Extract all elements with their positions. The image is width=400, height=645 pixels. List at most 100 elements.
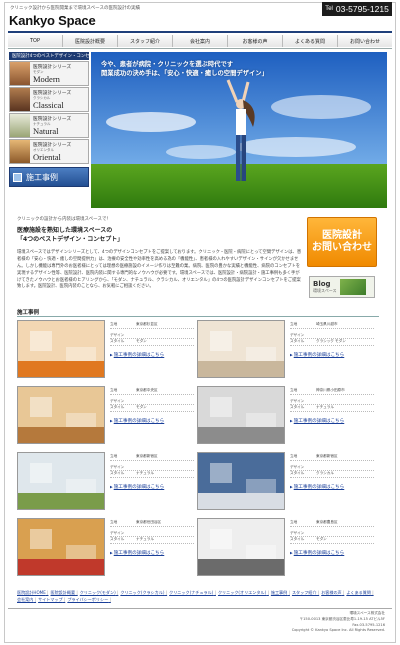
case-design-label: デザイン	[110, 464, 125, 469]
case-study-card: 立地 東京都杉並区デザインスタイル モダン施工事例の詳細はこちら	[17, 320, 195, 380]
case-design-label: デザイン	[290, 332, 305, 337]
nav-company[interactable]: 会社案内	[173, 35, 228, 47]
footer-link[interactable]: 医院設計概要	[50, 590, 77, 595]
case-location-label: 立地	[110, 454, 118, 459]
series-natural[interactable]: 医院設計シリーズ ナチュラル Natural	[9, 113, 89, 138]
case-photo[interactable]	[17, 386, 105, 444]
footer-info: 環境スペース株式会社 〒150-0013 東京都渋谷区恵比寿1-19-15 AT…	[250, 611, 385, 634]
series-thumbnail	[10, 114, 30, 137]
case-style-label: スタイル	[290, 537, 305, 542]
case-design-label: デザイン	[110, 530, 125, 535]
hero-banner: 今や、患者が病院・クリニックを選ぶ時代です 開業成功の決め手は、「安心・快適・癒…	[91, 52, 387, 208]
case-location: 東京都新宿区	[316, 454, 338, 459]
case-detail-link[interactable]: 施工事例の詳細はこちら	[290, 484, 374, 490]
case-design-label: デザイン	[290, 398, 305, 403]
series-thumbnail	[10, 140, 30, 163]
case-detail-link[interactable]: 施工事例の詳細はこちら	[110, 352, 194, 358]
case-studies-button[interactable]: 施工事例	[9, 167, 89, 187]
nav-faq[interactable]: よくある質問	[283, 35, 338, 47]
series-name: Classical	[33, 100, 64, 111]
case-info: 立地 東京都新宿区デザインスタイル クラシカル施工事例の詳細はこちら	[290, 454, 374, 490]
footer-link[interactable]: 医院設計HOME	[17, 590, 48, 595]
case-style: ナチュラル	[136, 471, 154, 476]
case-photo[interactable]	[197, 452, 285, 510]
footer-link[interactable]: 会社案内	[17, 597, 36, 602]
hero-line-1: 今や、患者が病院・クリニックを選ぶ時代です	[101, 61, 234, 68]
case-info: 立地 東京都世田谷区デザインスタイル ナチュラル施工事例の詳細はこちら	[110, 520, 194, 556]
case-location-label: 立地	[110, 520, 118, 525]
case-info: 立地 東京都豊島区デザインスタイル モダン施工事例の詳細はこちら	[290, 520, 374, 556]
case-location-label: 立地	[290, 388, 298, 393]
case-photo[interactable]	[197, 518, 285, 576]
series-classical[interactable]: 医院設計シリーズ クラシカル Classical	[9, 87, 89, 112]
contact-banner-line-2: お問い合わせ	[312, 242, 372, 253]
case-location: 埼玉県川越市	[316, 322, 338, 327]
case-detail-link[interactable]: 施工事例の詳細はこちら	[290, 550, 374, 556]
case-study-card: 立地 東京都豊島区デザインスタイル モダン施工事例の詳細はこちら	[197, 518, 375, 578]
blog-subtitle: 環境スペース	[313, 288, 337, 293]
footer-link[interactable]: よくある質問	[346, 590, 373, 595]
case-photo[interactable]	[197, 386, 285, 444]
case-study-card: 立地 東京都新宿区デザインスタイル クラシカル施工事例の詳細はこちら	[197, 452, 375, 512]
case-design-label: デザイン	[290, 464, 305, 469]
case-photo[interactable]	[17, 452, 105, 510]
intro-breadcrumb: クリニックの設計から内装は環境スペースで！	[17, 217, 111, 222]
series-name: Modern	[33, 74, 60, 85]
footer-link[interactable]: スタッフ紹介	[292, 590, 319, 595]
contact-banner-button[interactable]: 医院設計 お問い合わせ	[307, 217, 377, 267]
case-style-label: スタイル	[110, 471, 125, 476]
case-detail-link[interactable]: 施工事例の詳細はこちら	[110, 418, 194, 424]
nav-divider	[8, 48, 392, 49]
case-study-card: 立地 東京都新宿区デザインスタイル ナチュラル施工事例の詳細はこちら	[17, 452, 195, 512]
case-style: クラシック モダン	[316, 339, 346, 344]
footer-link[interactable]: お客様の声	[321, 590, 344, 595]
case-location: 東京都豊島区	[316, 520, 338, 525]
case-info: 立地 神奈川県小田原市デザインスタイル ナチュラル施工事例の詳細はこちら	[290, 388, 374, 424]
site-logo[interactable]: Kankyo Space	[9, 13, 96, 28]
blog-thumbnail	[339, 279, 366, 295]
main-nav: TOP 医院設計概要 スタッフ紹介 会社案内 お客様の声 よくある質問 お問い合…	[8, 35, 392, 47]
intro-heading-line-1: 医療施設を熟知した環境スペースの	[17, 227, 113, 234]
case-style-label: スタイル	[290, 471, 305, 476]
case-location: 神奈川県小田原市	[316, 388, 345, 393]
intro-heading-line-2: 「4つのベストデザイン・コンセプト」	[17, 235, 124, 243]
nav-voices[interactable]: お客様の声	[228, 35, 283, 47]
phone-value: 03-5795-1215	[335, 4, 389, 14]
case-style: ナチュラル	[136, 537, 154, 542]
footer-link[interactable]: クリニック(モダン)	[80, 590, 119, 595]
case-location: 東京都世田谷区	[136, 520, 162, 525]
phone-number[interactable]: Tel 03-5795-1215	[322, 2, 392, 16]
case-detail-link[interactable]: 施工事例の詳細はこちら	[110, 550, 194, 556]
footer-link[interactable]: 施工事例	[271, 590, 290, 595]
nav-overview[interactable]: 医院設計概要	[63, 35, 118, 47]
footer-link[interactable]: プライバシーポリシー	[67, 597, 111, 602]
series-thumbnail	[10, 62, 30, 85]
footer-link[interactable]: サイトマップ	[38, 597, 65, 602]
case-style-label: スタイル	[290, 339, 305, 344]
case-location-label: 立地	[110, 388, 118, 393]
nav-top[interactable]: TOP	[8, 35, 63, 47]
case-study-card: 立地 東京都中央区デザインスタイル モダン施工事例の詳細はこちら	[17, 386, 195, 446]
nav-staff[interactable]: スタッフ紹介	[118, 35, 173, 47]
case-photo[interactable]	[17, 518, 105, 576]
footer-link[interactable]: クリニック(ナチュラル)	[169, 590, 216, 595]
case-style: モダン	[136, 405, 147, 410]
case-photo[interactable]	[197, 320, 285, 378]
sidebar-title: 医院設計4つのベストデザイン・コンセプト	[9, 52, 98, 60]
nav-contact[interactable]: お問い合わせ	[338, 35, 392, 47]
case-style: ナチュラル	[316, 405, 334, 410]
intro-body: 環境スペースではデザインシリーズとして、4つのデザインコンセプトをご提案しており…	[17, 250, 302, 290]
case-detail-link[interactable]: 施工事例の詳細はこちら	[290, 418, 374, 424]
case-detail-link[interactable]: 施工事例の詳細はこちら	[110, 484, 194, 490]
case-photo[interactable]	[17, 320, 105, 378]
cases-divider	[17, 316, 379, 317]
footer-divider	[8, 608, 392, 609]
case-detail-link[interactable]: 施工事例の詳細はこちら	[290, 352, 374, 358]
series-oriental[interactable]: 医院設計シリーズ オリエンタル Oriental	[9, 139, 89, 164]
contact-banner-line-1: 医院設計	[322, 230, 362, 241]
footer-link[interactable]: クリニック(クラシカル)	[120, 590, 167, 595]
footer-link[interactable]: クリニック(オリエンタル)	[218, 590, 269, 595]
series-modern[interactable]: 医院設計シリーズ モダン Modern	[9, 61, 89, 86]
blog-banner[interactable]: Blog 環境スペース	[309, 276, 375, 298]
header-tagline: クリニック設計から医院開業まで環境スペースの医院設計の実績	[10, 6, 140, 11]
